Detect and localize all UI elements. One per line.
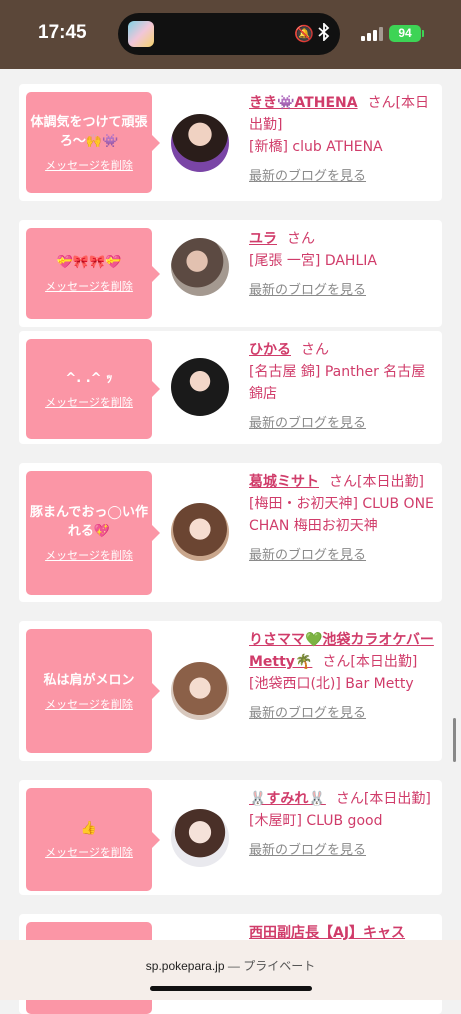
status-time: 17:45	[38, 22, 87, 43]
latest-blog-link[interactable]: 最新のブログを見る	[249, 703, 366, 725]
message-card: 💝🎀🎀💝 メッセージを削除 ユラ さん [尾張 一宮] DAHLIA 最新のブログ…	[19, 220, 442, 327]
cast-name-link[interactable]: 葛城ミサト	[249, 474, 319, 490]
delete-message-link[interactable]: メッセージを削除	[45, 696, 133, 712]
message-bubble: 私は肩がメロン メッセージを削除	[26, 629, 160, 753]
message-card: 私は肩がメロン メッセージを削除 りさママ💚池袋カラオケバーMetty🌴 さん[本…	[19, 621, 442, 761]
avatar[interactable]	[171, 809, 229, 867]
battery-icon: 94	[389, 25, 421, 42]
latest-blog-link[interactable]: 最新のブログを見る	[249, 545, 366, 567]
message-bubble: 体調気をつけて頑張ろ〜🙌👾 メッセージを削除	[26, 92, 160, 193]
message-bubble: 👍 メッセージを削除	[26, 788, 160, 891]
browser-address-bar[interactable]: sp.pokepara.jp — プライベート	[0, 940, 461, 1000]
bluetooth-icon	[318, 21, 330, 46]
home-indicator[interactable]	[150, 986, 312, 991]
signal-bars-icon	[361, 27, 383, 41]
profile-info: 葛城ミサト さん[本日出勤] [梅田・お初天神] CLUB ONE CHAN 梅田…	[249, 471, 435, 567]
shop-name: [木屋町] CLUB good	[249, 813, 383, 829]
shop-name: [尾張 一宮] DAHLIA	[249, 253, 377, 269]
delete-message-link[interactable]: メッセージを削除	[45, 844, 133, 860]
honorific-status: さん	[301, 342, 329, 358]
message-text: 豚まんでおっ◯い作れる💖	[30, 505, 148, 539]
separator: —	[227, 959, 240, 973]
message-text: 体調気をつけて頑張ろ〜🙌👾	[30, 114, 148, 149]
delete-message-link[interactable]: メッセージを削除	[45, 278, 133, 294]
shop-name: [梅田・お初天神] CLUB ONE CHAN 梅田お初天神	[249, 496, 434, 534]
app-icon	[128, 21, 154, 47]
honorific-status: さん[本日出勤]	[322, 654, 418, 670]
delete-message-link[interactable]: メッセージを削除	[45, 157, 133, 173]
dynamic-island[interactable]: 🔕	[118, 13, 340, 55]
shop-name: [名古屋 錦] Panther 名古屋 錦店	[249, 364, 426, 402]
cast-name-link[interactable]: 🐰すみれ🐰	[249, 791, 326, 807]
avatar[interactable]	[171, 358, 229, 416]
status-bar: 17:45 🔕 94	[0, 0, 461, 69]
cast-name-link[interactable]: ひかる	[249, 342, 291, 358]
avatar[interactable]	[171, 662, 229, 720]
cast-name-link[interactable]: きき👾ATHENA	[249, 95, 358, 111]
message-text: 私は肩がメロン	[43, 672, 135, 688]
domain: sp.pokepara.jp	[145, 959, 225, 973]
message-card: 体調気をつけて頑張ろ〜🙌👾 メッセージを削除 きき👾ATHENA さん[本日出勤]…	[19, 84, 442, 201]
delete-message-link[interactable]: メッセージを削除	[45, 547, 133, 563]
message-bubble: ^. .^ ｯ メッセージを削除	[26, 339, 160, 439]
message-text: 💝🎀🎀💝	[56, 255, 122, 270]
message-bubble: 豚まんでおっ◯い作れる💖 メッセージを削除	[26, 471, 160, 595]
shop-name: [池袋西口(北)] Bar Metty	[249, 676, 414, 692]
bell-slash-icon: 🔕	[294, 24, 314, 43]
message-card: ^. .^ ｯ メッセージを削除 ひかる さん [名古屋 錦] Panther 名…	[19, 331, 442, 444]
message-bubble: 💝🎀🎀💝 メッセージを削除	[26, 228, 160, 319]
honorific-status: さん[本日出勤]	[335, 791, 431, 807]
battery-tip	[422, 30, 424, 37]
latest-blog-link[interactable]: 最新のブログを見る	[249, 840, 366, 862]
latest-blog-link[interactable]: 最新のブログを見る	[249, 280, 366, 302]
honorific-status: さん	[287, 231, 315, 247]
profile-info: ひかる さん [名古屋 錦] Panther 名古屋 錦店 最新のブログを見る	[249, 339, 435, 435]
message-card: 👍 メッセージを削除 🐰すみれ🐰 さん[本日出勤] [木屋町] CLUB good…	[19, 780, 442, 895]
profile-info: きき👾ATHENA さん[本日出勤] [新橋] club ATHENA 最新のブロ…	[249, 92, 435, 188]
avatar[interactable]	[171, 238, 229, 296]
url-text[interactable]: sp.pokepara.jp — プライベート	[0, 957, 461, 974]
message-card: 豚まんでおっ◯い作れる💖 メッセージを削除 葛城ミサト さん[本日出勤] [梅田・…	[19, 463, 442, 602]
profile-info: りさママ💚池袋カラオケバーMetty🌴 さん[本日出勤] [池袋西口(北)] Ba…	[249, 629, 435, 725]
avatar[interactable]	[171, 114, 229, 172]
latest-blog-link[interactable]: 最新のブログを見る	[249, 166, 366, 188]
message-text: 👍	[80, 821, 98, 836]
cast-name-link[interactable]: 西田副店長【AJ】キャス	[249, 925, 405, 941]
shop-name: [新橋] club ATHENA	[249, 139, 383, 155]
profile-info: ユラ さん [尾張 一宮] DAHLIA 最新のブログを見る	[249, 228, 435, 302]
message-text: ^. .^ ｯ	[65, 370, 113, 386]
latest-blog-link[interactable]: 最新のブログを見る	[249, 413, 366, 435]
delete-message-link[interactable]: メッセージを削除	[45, 394, 133, 410]
honorific-status: さん[本日出勤]	[329, 474, 424, 490]
scroll-indicator[interactable]	[453, 718, 456, 762]
avatar[interactable]	[171, 503, 229, 561]
cast-name-link[interactable]: ユラ	[249, 231, 277, 247]
private-mode-label: プライベート	[243, 959, 316, 973]
profile-info: 🐰すみれ🐰 さん[本日出勤] [木屋町] CLUB good 最新のブログを見る	[249, 788, 435, 862]
